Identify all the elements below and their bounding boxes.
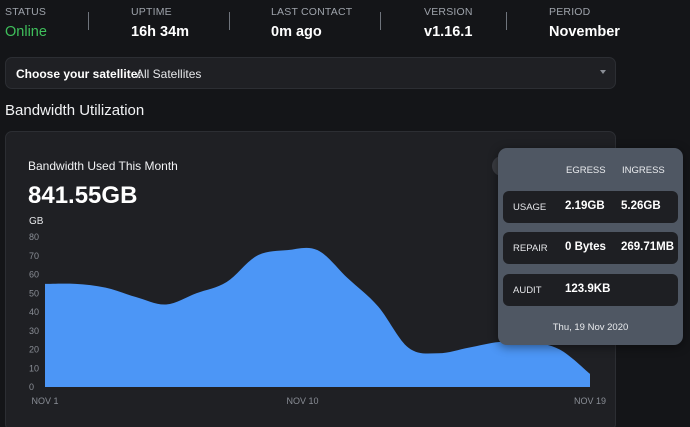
y-tick-label: 20 (29, 345, 39, 355)
y-tick-label: 30 (29, 326, 39, 336)
tooltip-date: Thu, 19 Nov 2020 (552, 322, 629, 333)
x-tick-label: NOV 10 (286, 396, 318, 406)
usage-ingress: 5.26GB (621, 200, 661, 212)
tooltip-row-label: REPAIR (513, 243, 548, 254)
tooltip-row-label: USAGE (513, 202, 547, 213)
tooltip-row-repair: REPAIR 0 Bytes 269.71MB (503, 232, 678, 264)
y-tick-label: 10 (29, 363, 39, 373)
repair-egress: 0 Bytes (565, 241, 606, 253)
tooltip-row-audit: AUDIT 123.9KB (503, 274, 678, 306)
usage-egress: 2.19GB (565, 200, 605, 212)
x-tick-label: NOV 19 (574, 396, 606, 406)
x-tick-label: NOV 1 (31, 396, 58, 406)
y-tick-label: 40 (29, 307, 39, 317)
chart-tooltip: EGRESS INGRESS USAGE 2.19GB 5.26GB REPAI… (498, 148, 683, 345)
y-tick-label: 0 (29, 382, 34, 392)
egress-header: EGRESS (566, 165, 606, 176)
ingress-header: INGRESS (622, 165, 665, 176)
y-tick-label: 50 (29, 288, 39, 298)
y-tick-label: 60 (29, 270, 39, 280)
audit-egress: 123.9KB (565, 283, 611, 295)
y-tick-label: 70 (29, 251, 39, 261)
repair-ingress: 269.71MB (621, 241, 675, 253)
tooltip-row-usage: USAGE 2.19GB 5.26GB (503, 191, 678, 223)
y-tick-label: 80 (29, 232, 39, 242)
tooltip-row-label: AUDIT (513, 285, 542, 296)
